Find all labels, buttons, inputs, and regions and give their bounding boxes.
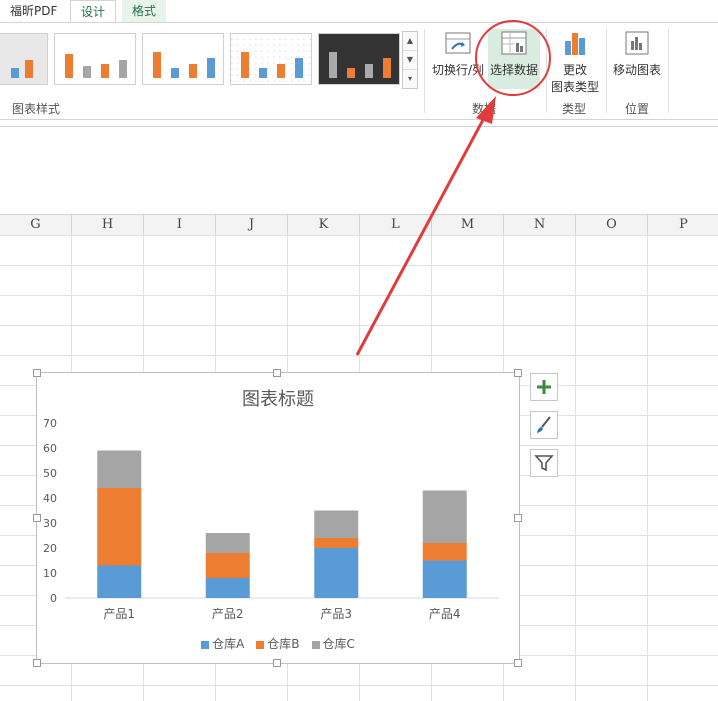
- annotation-arrow: [355, 96, 496, 356]
